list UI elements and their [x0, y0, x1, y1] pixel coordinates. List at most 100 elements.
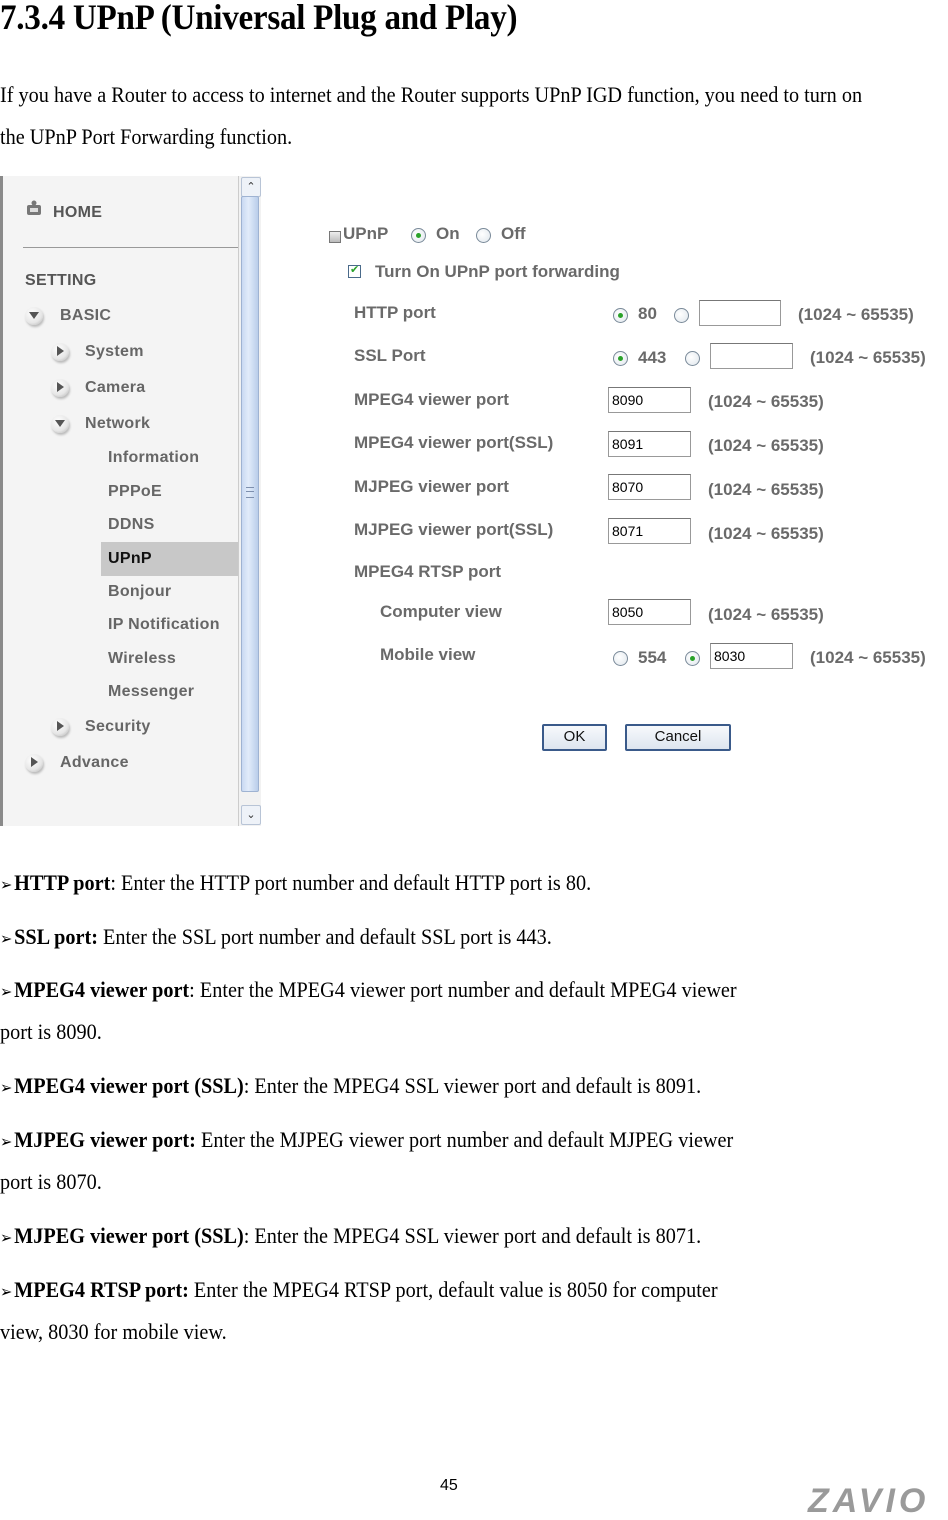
- note-sep: :: [243, 1073, 255, 1098]
- settings-sidebar: HOME SETTING BASIC System Camera Network…: [0, 176, 241, 826]
- note-text: Enter the MPEG4 RTSP port, default value…: [193, 1277, 718, 1302]
- arrow-bullet-icon: ➢: [0, 877, 13, 894]
- scroll-thumb[interactable]: [241, 196, 259, 792]
- note-item: ➢MJPEG viewer port: Enter the MJPEG view…: [0, 1119, 929, 1164]
- note-text: Enter the MJPEG viewer port number and d…: [200, 1127, 734, 1152]
- note-sep: :: [189, 977, 200, 1002]
- mjpeg-viewer-ssl-port-input[interactable]: 8071: [608, 518, 691, 544]
- mjpeg-viewer-port-input[interactable]: 8070: [608, 474, 691, 500]
- note-term: MPEG4 viewer port (SSL): [14, 1073, 244, 1098]
- ok-button[interactable]: OK: [542, 724, 607, 751]
- mobile-view-label: Mobile view: [380, 645, 476, 664]
- sidebar-item-upnp-label: UPnP: [108, 550, 152, 567]
- cancel-button[interactable]: Cancel: [625, 724, 731, 751]
- note-item: ➢MJPEG viewer port (SSL): Enter the MPEG…: [0, 1215, 929, 1260]
- upnp-off-label: Off: [501, 224, 526, 243]
- mobile-view-range: (1024 ~ 65535): [810, 648, 926, 667]
- sidebar-item-wireless[interactable]: Wireless: [108, 650, 176, 668]
- upnp-settings-screenshot: HOME SETTING BASIC System Camera Network…: [0, 176, 948, 828]
- sidebar-item-pppoe[interactable]: PPPoE: [108, 483, 162, 501]
- http-default-value: 80: [638, 304, 657, 323]
- chevron-right-icon[interactable]: [51, 343, 69, 361]
- note-term: MPEG4 viewer port: [14, 977, 190, 1002]
- upnp-label: UPnP: [343, 224, 389, 243]
- ssl-port-label: SSL Port: [354, 346, 426, 365]
- note-sep: :: [110, 870, 122, 895]
- sidebar-item-network[interactable]: Network: [85, 415, 150, 433]
- chevron-down-icon[interactable]: [25, 307, 43, 325]
- mobile-view-default-radio[interactable]: [613, 651, 628, 666]
- note-text: Enter the HTTP port number and default H…: [121, 870, 592, 895]
- mpeg4-viewer-ssl-range: (1024 ~ 65535): [708, 436, 824, 455]
- upnp-on-radio[interactable]: [411, 228, 426, 243]
- http-custom-input[interactable]: [699, 300, 781, 326]
- sidebar-item-security[interactable]: Security: [85, 718, 151, 736]
- arrow-bullet-icon: ➢: [0, 1134, 13, 1151]
- note-text: Enter the SSL port number and default SS…: [103, 924, 552, 949]
- sidebar-item-advance[interactable]: Advance: [60, 754, 129, 772]
- note-term: MJPEG viewer port (SSL): [14, 1223, 244, 1248]
- sidebar-item-information[interactable]: Information: [108, 449, 199, 467]
- mjpeg-viewer-range: (1024 ~ 65535): [708, 480, 824, 499]
- mobile-view-custom-radio[interactable]: [685, 651, 700, 666]
- computer-view-input[interactable]: 8050: [608, 599, 691, 625]
- sidebar-item-bonjour[interactable]: Bonjour: [108, 583, 171, 601]
- sidebar-scrollbar[interactable]: ⌃ ⌄: [238, 176, 261, 826]
- sidebar-item-ddns[interactable]: DDNS: [108, 516, 155, 534]
- note-item: ➢HTTP port: Enter the HTTP port number a…: [0, 862, 929, 907]
- ssl-range: (1024 ~ 65535): [810, 348, 926, 367]
- sidebar-item-upnp-selected[interactable]: UPnP: [101, 542, 241, 576]
- note-item: ➢MPEG4 RTSP port: Enter the MPEG4 RTSP p…: [0, 1269, 929, 1314]
- note-continuation: view, 8030 for mobile view.: [0, 1319, 227, 1344]
- ssl-custom-radio[interactable]: [685, 351, 700, 366]
- ssl-custom-input[interactable]: [710, 343, 793, 369]
- mobile-view-default-value: 554: [638, 648, 667, 667]
- note-item: ➢MPEG4 viewer port (SSL): Enter the MPEG…: [0, 1065, 929, 1110]
- mjpeg-viewer-ssl-port-label: MJPEG viewer port(SSL): [354, 520, 554, 539]
- note-continuation: port is 8070.: [0, 1169, 102, 1194]
- note-text: Enter the MPEG4 viewer port number and d…: [199, 977, 737, 1002]
- chevron-right-icon[interactable]: [51, 379, 69, 397]
- note-term: SSL port:: [14, 924, 98, 949]
- http-custom-radio[interactable]: [674, 308, 689, 323]
- sidebar-home[interactable]: HOME: [53, 204, 102, 222]
- arrow-bullet-icon: ➢: [0, 984, 13, 1001]
- intro-paragraph: If you have a Router to access to intern…: [0, 82, 863, 149]
- forwarding-label: Turn On UPnP port forwarding: [375, 262, 620, 281]
- ssl-default-radio[interactable]: [613, 351, 628, 366]
- note-item: ➢SSL port: Enter the SSL port number and…: [0, 916, 929, 961]
- section-heading: 7.3.4 UPnP (Universal Plug and Play): [0, 0, 518, 37]
- rtsp-port-label: MPEG4 RTSP port: [354, 562, 502, 581]
- arrow-bullet-icon: ➢: [0, 1284, 13, 1301]
- arrow-bullet-icon: ➢: [0, 1230, 13, 1247]
- note-term: MJPEG viewer port:: [14, 1127, 196, 1152]
- http-port-label: HTTP port: [354, 303, 436, 322]
- sidebar-item-ip-notification[interactable]: IP Notification: [108, 616, 220, 634]
- chevron-down-icon[interactable]: [51, 415, 69, 433]
- scroll-up-button[interactable]: ⌃: [241, 177, 261, 197]
- brand-logo: ZAVIO: [808, 1482, 930, 1520]
- mobile-view-custom-input[interactable]: 8030: [710, 643, 793, 669]
- upnp-off-radio[interactable]: [476, 228, 491, 243]
- sidebar-item-messenger[interactable]: Messenger: [108, 683, 194, 701]
- ssl-default-value: 443: [638, 348, 667, 367]
- note-item: ➢MPEG4 viewer port: Enter the MPEG4 view…: [0, 969, 929, 1014]
- chevron-right-icon[interactable]: [51, 718, 69, 736]
- note-continuation: port is 8090.: [0, 1019, 102, 1044]
- mpeg4-viewer-ssl-port-input[interactable]: 8091: [608, 431, 691, 457]
- sidebar-item-camera[interactable]: Camera: [85, 379, 146, 397]
- forwarding-checkbox[interactable]: [348, 263, 361, 278]
- note-term: MPEG4 RTSP port:: [14, 1277, 189, 1302]
- chevron-right-icon[interactable]: [25, 754, 43, 772]
- sidebar-basic[interactable]: BASIC: [60, 307, 111, 325]
- scroll-down-button[interactable]: ⌄: [241, 805, 261, 825]
- mjpeg-viewer-ssl-range: (1024 ~ 65535): [708, 524, 824, 543]
- computer-view-range: (1024 ~ 65535): [708, 605, 824, 624]
- mpeg4-viewer-range: (1024 ~ 65535): [708, 392, 824, 411]
- mjpeg-viewer-port-label: MJPEG viewer port: [354, 477, 509, 496]
- http-default-radio[interactable]: [613, 308, 628, 323]
- sidebar-item-system[interactable]: System: [85, 343, 144, 361]
- upnp-on-label: On: [436, 224, 460, 243]
- mpeg4-viewer-port-input[interactable]: 8090: [608, 387, 691, 413]
- note-text: Enter the MPEG4 SSL viewer port and defa…: [254, 1073, 702, 1098]
